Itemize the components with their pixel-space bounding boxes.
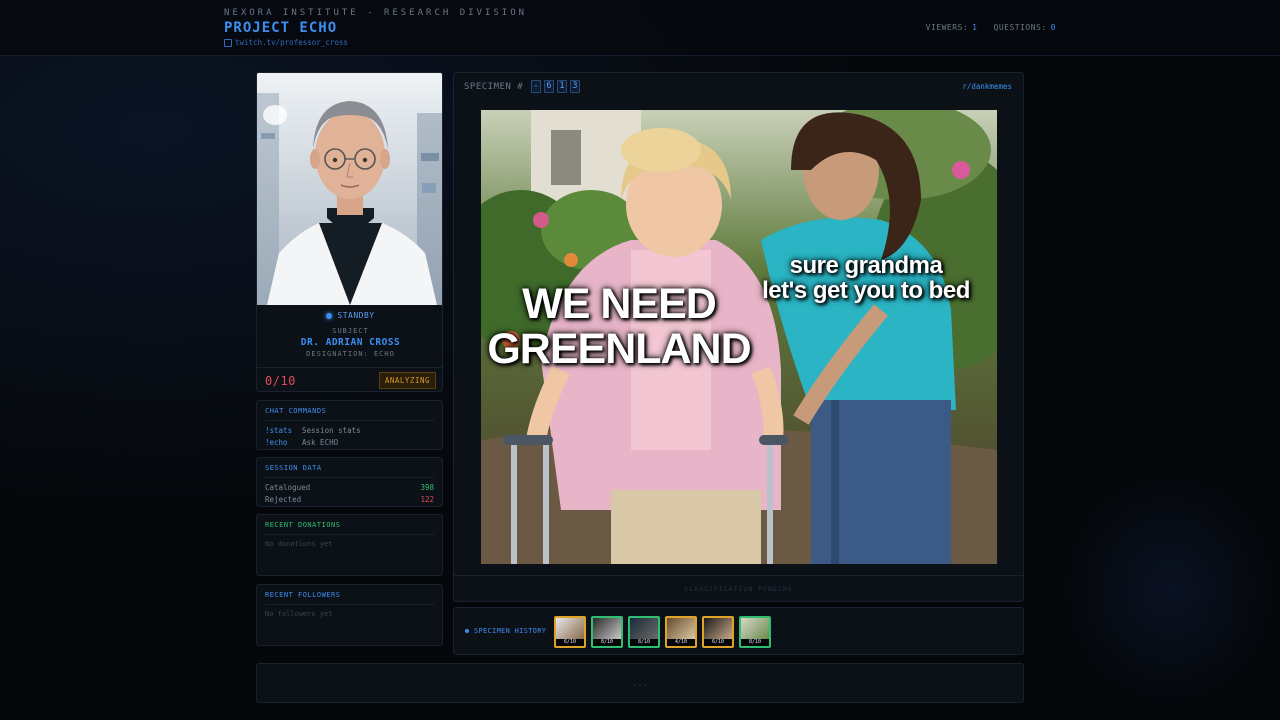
recent-followers-panel: RECENT FOLLOWERS No followers yet xyxy=(256,584,443,646)
specimen-digit: 6 xyxy=(544,80,555,93)
thumbnail-image xyxy=(741,618,769,639)
recent-donations-panel: RECENT DONATIONS No donations yet xyxy=(256,514,443,576)
history-thumbnail[interactable]: 6/10 xyxy=(554,616,586,648)
command-description: Session stats xyxy=(302,426,361,435)
questions-label: QUESTIONS: xyxy=(993,23,1047,32)
session-data-title: SESSION DATA xyxy=(265,464,434,478)
history-thumbnail[interactable]: 6/10 xyxy=(702,616,734,648)
thumbnail-image xyxy=(630,618,658,639)
history-thumbnail[interactable]: 4/10 xyxy=(665,616,697,648)
org-name: NEXORA INSTITUTE - RESEARCH DIVISION xyxy=(224,8,528,18)
viewers-count: 1 xyxy=(972,23,978,32)
meme-caption-right-line1: sure grandma xyxy=(789,252,943,279)
recent-followers-title: RECENT FOLLOWERS xyxy=(265,591,434,605)
command-row: !stats Session stats xyxy=(265,426,434,435)
current-score: 0/10 xyxy=(265,373,296,388)
source-subreddit[interactable]: r/dankmemes xyxy=(962,82,1012,91)
thumbnail-score: 8/10 xyxy=(630,639,658,646)
specimen-history-title: SPECIMEN HISTORY xyxy=(474,627,547,635)
top-bar: NEXORA INSTITUTE - RESEARCH DIVISION PRO… xyxy=(0,0,1280,56)
status-text: STANDBY xyxy=(337,311,375,320)
chat-commands-title: CHAT COMMANDS xyxy=(265,407,434,421)
donations-empty-text: No donations yet xyxy=(265,540,333,548)
history-thumbnails: 6/10 8/10 8/10 4/10 6/10 8/10 xyxy=(554,616,771,648)
specimen-digit: - xyxy=(531,80,542,93)
questions-stat: QUESTIONS: 0 xyxy=(994,23,1057,32)
subject-portrait xyxy=(257,73,442,305)
viewers-stat: VIEWERS: 1 xyxy=(926,23,978,32)
catalogued-count: 398 xyxy=(420,483,434,492)
rejected-count: 122 xyxy=(420,495,434,504)
classification-status: CLASSIFICATION PENDING xyxy=(454,575,1023,602)
stream-link-text: twitch.tv/professor_cross xyxy=(235,38,348,47)
specimen-number: SPECIMEN # - 6 1 3 xyxy=(464,80,581,93)
thumbnail-image xyxy=(704,618,732,639)
specimen-history-label: SPECIMEN HISTORY xyxy=(465,627,546,635)
rejected-label: Rejected xyxy=(265,495,302,504)
recent-donations-title: RECENT DONATIONS xyxy=(265,521,434,535)
command-description: Ask ECHO xyxy=(302,438,339,447)
command-name: !echo xyxy=(265,438,288,447)
thumbnail-image xyxy=(593,618,621,639)
status-dot-icon xyxy=(326,312,333,319)
subject-designation: DESIGNATION: ECHO xyxy=(306,350,395,358)
meme-caption-right: sure grandma let's get you to bed xyxy=(751,252,981,305)
subject-label: SUBJECT xyxy=(332,327,369,335)
header-stats: VIEWERS: 1 QUESTIONS: 0 xyxy=(926,23,1056,32)
thumbnail-score: 6/10 xyxy=(556,639,584,646)
meme-caption-left: WE NEED GREENLAND xyxy=(481,280,757,374)
thumbnail-image xyxy=(556,618,584,639)
command-name: !stats xyxy=(265,426,293,435)
thumbnail-score: 8/10 xyxy=(593,639,621,646)
thumbnail-image xyxy=(667,618,695,639)
page-title: PROJECT ECHO xyxy=(224,20,338,36)
specimen-digit: 1 xyxy=(557,80,568,93)
specimen-meme-image: WE NEED GREENLAND sure grandma let's get… xyxy=(481,110,997,564)
subject-name: DR. ADRIAN CROSS xyxy=(300,337,401,348)
meme-caption-right-line2: let's get you to bed xyxy=(762,277,970,305)
subject-identity: STANDBY SUBJECT DR. ADRIAN CROSS DESIGNA… xyxy=(257,309,442,358)
specimen-label: SPECIMEN # xyxy=(464,81,524,92)
specimen-panel: SPECIMEN # - 6 1 3 r/dankmemes WE NEED G… xyxy=(453,72,1024,602)
followers-empty-text: No followers yet xyxy=(265,610,333,618)
rejected-row: Rejected 122 xyxy=(265,495,434,504)
chat-commands-panel: CHAT COMMANDS !stats Session stats !echo… xyxy=(256,400,443,450)
analysis-status-badge: ANALYZING xyxy=(378,372,436,389)
history-dot-icon xyxy=(465,629,469,633)
history-thumbnail[interactable]: 8/10 xyxy=(591,616,623,648)
portrait-image xyxy=(257,73,442,305)
viewers-label: VIEWERS: xyxy=(925,23,969,32)
status-indicator: STANDBY xyxy=(257,311,442,320)
questions-count: 0 xyxy=(1050,23,1056,32)
meme-caption-left-line2: GREENLAND xyxy=(487,325,751,374)
catalogued-row: Catalogued 398 xyxy=(265,483,434,492)
subject-profile-card: STANDBY SUBJECT DR. ADRIAN CROSS DESIGNA… xyxy=(256,72,443,392)
catalogued-label: Catalogued xyxy=(265,483,311,492)
thumbnail-score: 8/10 xyxy=(741,639,769,646)
specimen-history-bar: SPECIMEN HISTORY 6/10 8/10 8/10 4/10 6/1… xyxy=(453,607,1024,655)
score-row: 0/10 ANALYZING xyxy=(257,367,442,391)
twitch-icon xyxy=(224,38,232,47)
history-thumbnail[interactable]: 8/10 xyxy=(628,616,660,648)
background-glow xyxy=(1060,470,1280,710)
stream-link[interactable]: twitch.tv/professor_cross xyxy=(224,38,348,47)
session-data-panel: SESSION DATA Catalogued 398 Rejected 122 xyxy=(256,457,443,507)
thumbnail-score: 6/10 xyxy=(704,639,732,646)
thumbnail-score: 4/10 xyxy=(667,639,695,646)
command-row: !echo Ask ECHO xyxy=(265,438,434,447)
history-thumbnail[interactable]: 8/10 xyxy=(739,616,771,648)
specimen-digit: 3 xyxy=(570,80,581,93)
bottom-status-bar: ... xyxy=(256,663,1024,703)
meme-caption-left-line1: WE NEED xyxy=(522,280,717,328)
